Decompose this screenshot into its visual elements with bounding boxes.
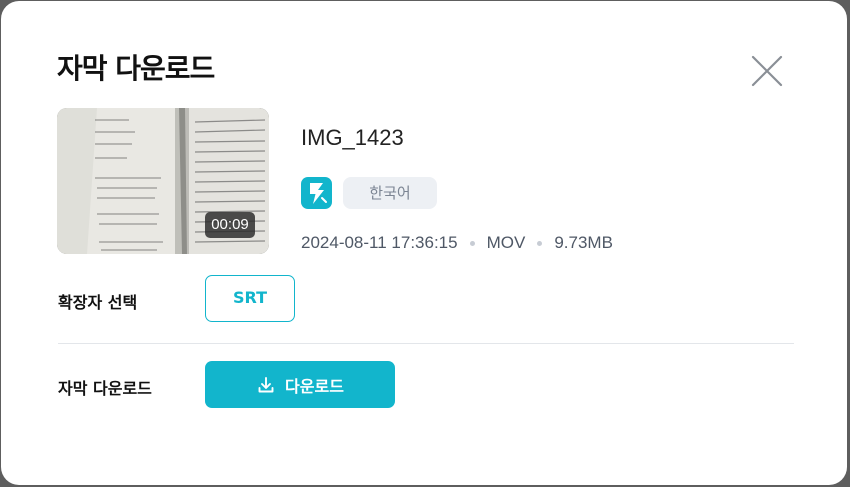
video-size: 9.73MB [554,233,613,252]
language-chip: 한국어 [343,177,437,209]
video-date: 2024-08-11 17:36:15 [301,233,458,252]
download-button-label: 다운로드 [285,376,344,396]
video-format: MOV [486,233,526,252]
download-label: 자막 다운로드 [58,379,152,398]
srt-option-button[interactable]: SRT [205,275,295,322]
app-badge [301,177,332,209]
download-icon [258,376,274,392]
file-name: IMG_1423 [301,125,404,150]
separator-dot [469,240,475,246]
divider [58,343,794,344]
extension-label: 확장자 선택 [58,293,138,312]
modal-title: 자막 다운로드 [57,52,215,85]
separator-dot [537,240,543,246]
video-thumbnail[interactable]: 00:09 [57,108,269,254]
close-button[interactable] [749,53,785,89]
video-meta: 2024-08-11 17:36:15 MOV 9.73MB [301,233,613,253]
download-button[interactable]: 다운로드 [205,361,395,408]
close-icon [751,55,783,87]
video-duration: 00:09 [205,212,255,238]
subtitle-download-modal: 자막 다운로드 00:09 IMG_1423 한국어 2024-08-11 17… [1,1,847,485]
lightning-icon [310,183,327,204]
